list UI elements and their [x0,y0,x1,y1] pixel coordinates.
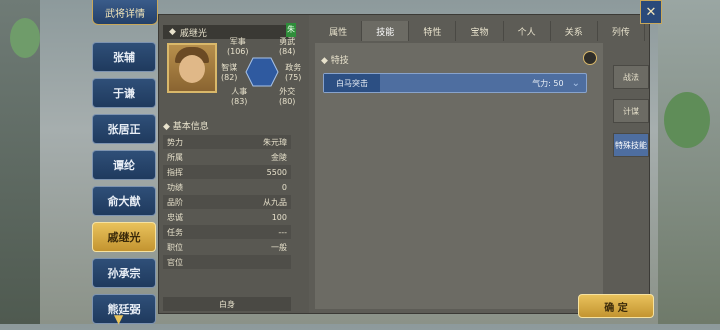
skills-content: ◆ 特技 白马突击 气力: 50 ⌄ [315,43,603,309]
faction-tag: 朱 [286,23,296,37]
info-row: 势力 朱元璋 [163,135,291,149]
hero-item[interactable]: 俞大猷 [92,186,156,216]
tab-strategies[interactable]: 计谋 [613,99,649,123]
profile-panel: ◆ 戚继光 朱 军事 (106) 勇武 (84) 智谋 (82) 政务 (75) 人事(… [159,15,309,313]
stat-strategy: 智谋 (82) [221,63,238,82]
stat-valor: 勇武 (84) [279,37,296,56]
skill-row[interactable]: 白马突击 气力: 50 ⌄ [323,73,587,93]
background-tree [10,18,40,58]
stat-personnel: 人事 (83) [231,87,248,106]
tab-relations[interactable]: 关系 [551,21,598,41]
hero-portrait [167,43,217,93]
skill-value: 气力: 50 [532,78,564,88]
confirm-button[interactable]: 确 定 [578,294,654,318]
info-row: 所属 金陵 [167,152,287,162]
list-icon[interactable] [583,51,597,65]
hero-item[interactable]: 张辅 [92,42,156,72]
basic-info-title: ◆ 基本信息 [163,122,209,132]
info-row: 官位 [163,255,291,269]
tab-traits[interactable]: 特性 [409,21,457,41]
stat-diplomacy: 外交 (80) [279,87,296,106]
tab-treasures[interactable]: 宝物 [456,21,504,41]
hero-item-active[interactable]: 戚继光 [92,222,156,252]
hero-item[interactable]: 张居正 [92,114,156,144]
tab-personal[interactable]: 个人 [504,21,551,41]
skill-name: 白马突击 [324,74,380,92]
window-title: 武将详情 [92,0,158,25]
background-right [658,0,720,324]
hero-item[interactable]: 熊廷弼 [92,294,156,324]
hero-item[interactable]: 于谦 [92,78,156,108]
info-row: 品阶 从九品 [163,195,291,209]
close-icon: ✕ [645,4,657,20]
background-tree [664,92,710,148]
hero-detail-panel: ◆ 戚继光 朱 军事 (106) 勇武 (84) 智谋 (82) 政务 (75) 人事(… [158,14,650,314]
info-row: 职位 一般 [167,242,287,252]
stat-administration: 政务 (75) [285,63,302,82]
side-tabs: 战法 计谋 特殊技能 [613,65,649,167]
tab-attributes[interactable]: 属性 [315,21,363,41]
tab-biography[interactable]: 列传 [598,21,645,41]
hero-item[interactable]: 谭纶 [92,150,156,180]
info-row: 忠诚 100 [167,212,287,222]
info-row: 任务 --- [163,225,291,239]
status-box: 白身 [163,297,291,311]
face-icon [179,55,205,83]
tab-skills[interactable]: 技能 [362,21,410,41]
info-row: 功绩 0 [167,182,287,192]
hero-name: ◆ 戚继光 [163,25,289,39]
special-skills-title: ◆ 特技 [321,56,349,66]
tab-tactics[interactable]: 战法 [613,65,649,89]
hero-item[interactable]: 孙承宗 [92,258,156,288]
hero-list: 张辅 于谦 张居正 谭纶 俞大猷 戚继光 孙承宗 熊廷弼 [92,42,156,330]
close-button[interactable]: ✕ [640,0,662,24]
chevron-down-icon[interactable]: ⌄ [572,78,580,89]
info-row: 指挥 5500 [163,165,291,179]
stat-military: 军事 (106) [227,37,249,56]
tab-special-skills[interactable]: 特殊技能 [613,133,649,157]
detail-tabs: 属性 技能 特性 宝物 个人 关系 列传 [315,21,645,41]
stats-hexagon [245,57,279,87]
